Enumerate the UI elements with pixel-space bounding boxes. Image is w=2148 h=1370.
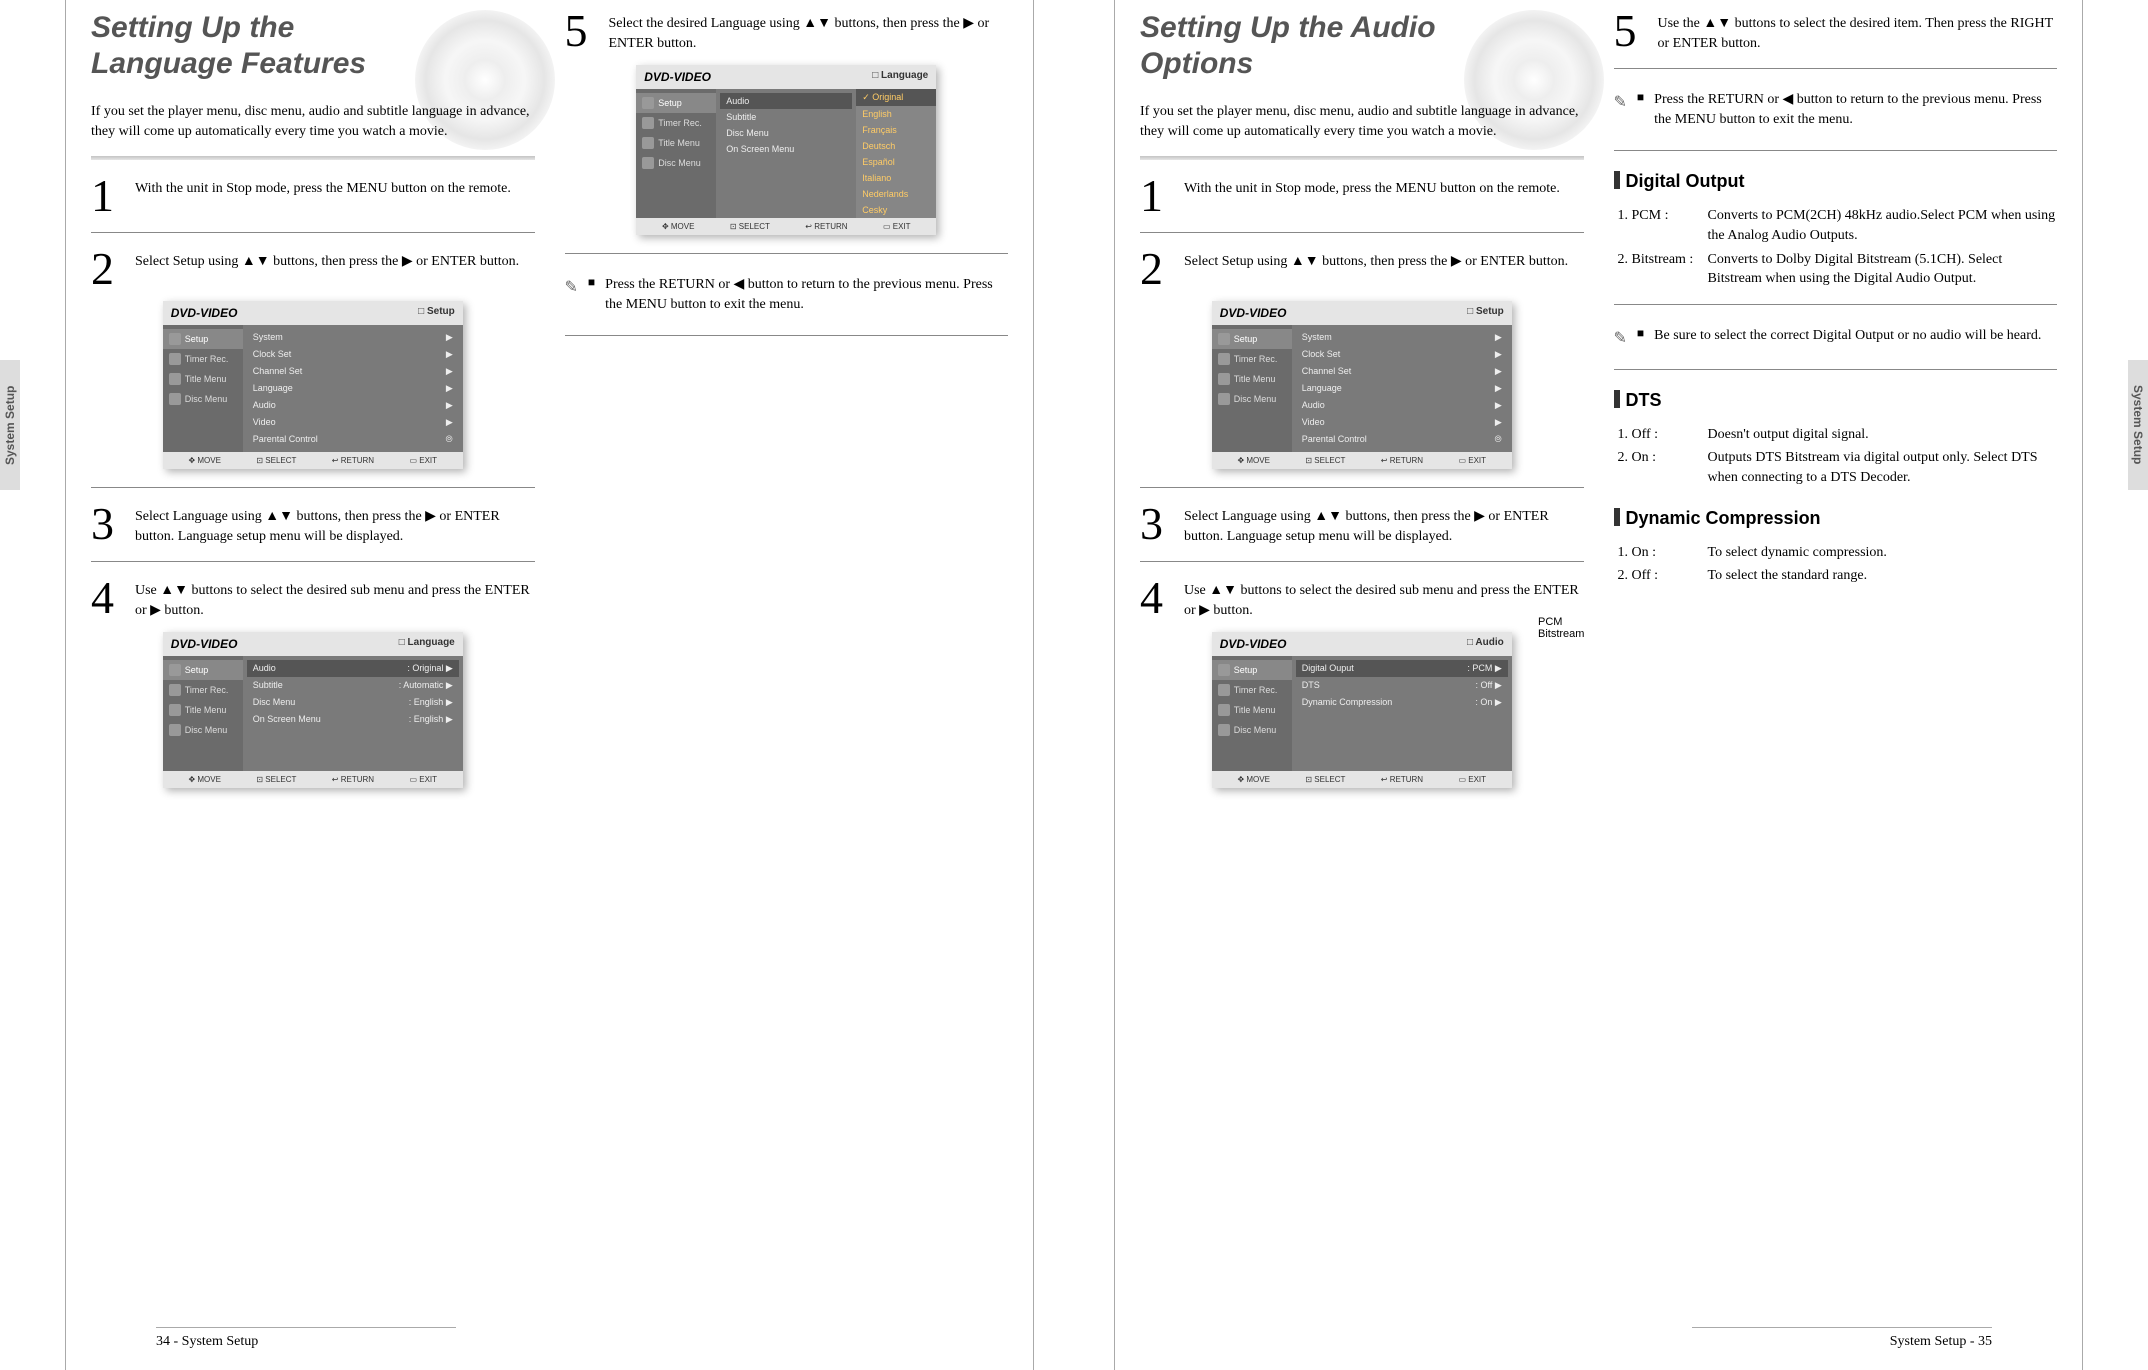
step-3: 3 Select Language using ▲▼ buttons, then… [1140, 503, 1584, 546]
step-text: Select Setup using ▲▼ buttons, then pres… [135, 248, 519, 272]
col-left-b: 5 Select the desired Language using ▲▼ b… [565, 10, 1009, 806]
subhead-digital-output: Digital Output [1614, 171, 2058, 192]
page-footer-left: 34 - System Setup [156, 1327, 456, 1350]
step-5: 5 Select the desired Language using ▲▼ b… [565, 10, 1009, 53]
step-1: 1 With the unit in Stop mode, press the … [1140, 175, 1584, 216]
step-text: Select Language using ▲▼ buttons, then p… [135, 503, 535, 546]
step-number: 2 [91, 248, 121, 289]
divider [565, 253, 1009, 254]
subhead-dynamic: Dynamic Compression [1614, 508, 2058, 529]
col-right-a: Setting Up the Audio Options If you set … [1140, 10, 1584, 806]
osd-language-options: ✓ Original English Français Deutsch Espa… [856, 89, 936, 218]
side-tab-left: System Setup [0, 360, 20, 490]
osd-setup-screenshot: DVD-VIDEO □ Setup Setup Timer Rec. Title … [163, 301, 463, 469]
bullet-icon: ■ [588, 275, 595, 290]
pencil-icon: ✎ [1614, 326, 1627, 348]
step-text: Use ▲▼ buttons to select the desired sub… [135, 577, 535, 620]
pencil-icon: ✎ [1614, 90, 1627, 112]
title-line-1: Setting Up the Audio [1140, 11, 1436, 44]
note-text: Press the RETURN or ◀ button to return t… [605, 275, 1008, 314]
osd-footer: ✥ MOVE ⊡ SELECT ↩ RETURN ▭ EXIT [163, 452, 463, 469]
step-text: Select the desired Language using ▲▼ but… [609, 10, 1009, 53]
osd-header: DVD-VIDEO [171, 306, 238, 320]
step-3: 3 Select Language using ▲▼ buttons, then… [91, 503, 535, 546]
divider [1140, 156, 1584, 160]
step-number: 5 [565, 10, 595, 51]
side-tab-right: System Setup [2128, 360, 2148, 490]
osd-corner: □ Setup [418, 306, 455, 320]
section-title-audio: Setting Up the Audio Options [1140, 10, 1584, 82]
dynamic-list: 1. On :To select dynamic compression. 2.… [1614, 543, 2058, 586]
divider [565, 335, 1009, 336]
dts-list: 1. Off :Doesn't output digital signal. 2… [1614, 425, 2058, 488]
note-digital-output: ✎ ■ Be sure to select the correct Digita… [1614, 320, 2058, 354]
step-text: With the unit in Stop mode, press the ME… [135, 175, 511, 199]
divider [91, 232, 535, 233]
pcm-bitstream-callout: PCM Bitstream [1538, 616, 1584, 640]
page-35: System Setup Setting Up the Audio Option… [1074, 0, 2148, 1370]
pencil-icon: ✎ [565, 275, 578, 297]
osd-language-screenshot: DVD-VIDEO□ Language Setup Timer Rec. Tit… [163, 632, 463, 788]
digital-output-list: 1. PCM :Converts to PCM(2CH) 48kHz audio… [1614, 206, 2058, 288]
bullet-icon: ■ [1637, 90, 1644, 105]
osd-main: System▶ Clock Set▶ Channel Set▶ Language… [243, 325, 463, 452]
page-footer-right: System Setup - 35 [1692, 1327, 1992, 1350]
col-right-b: 5 Use the ▲▼ buttons to select the desir… [1614, 10, 2058, 806]
step-4: 4 Use ▲▼ buttons to select the desired s… [91, 577, 535, 620]
step-number: 4 [91, 577, 121, 618]
step-5: 5 Use the ▲▼ buttons to select the desir… [1614, 10, 2058, 53]
section-title-language: Setting Up the Language Features [91, 10, 535, 82]
osd-language-popup-screenshot: DVD-VIDEO□ Language Setup Timer Rec. Tit… [636, 65, 936, 235]
note-return-2: ✎ ■ Press the RETURN or ◀ button to retu… [1614, 84, 2058, 135]
step-number: 1 [91, 175, 121, 216]
col-left-a: Setting Up the Language Features If you … [91, 10, 535, 806]
osd-sidebar: Setup Timer Rec. Title Menu Disc Menu [163, 325, 243, 452]
step-1: 1 With the unit in Stop mode, press the … [91, 175, 535, 216]
title-line-2: Options [1140, 47, 1253, 80]
step-number: 3 [91, 503, 121, 544]
divider [91, 561, 535, 562]
step-2: 2 Select Setup using ▲▼ buttons, then pr… [91, 248, 535, 289]
title-line-2: Language Features [91, 47, 366, 80]
step-2: 2 Select Setup using ▲▼ buttons, then pr… [1140, 248, 1584, 289]
intro-text: If you set the player menu, disc menu, a… [1140, 102, 1584, 141]
osd-setup-screenshot-2: DVD-VIDEO□ Setup Setup Timer Rec. Title … [1212, 301, 1512, 469]
page-34: System Setup Setting Up the Language Fea… [0, 0, 1074, 1370]
divider [91, 156, 535, 160]
step-4: 4 Use ▲▼ buttons to select the desired s… [1140, 577, 1584, 620]
bullet-icon: ■ [1637, 326, 1644, 341]
title-line-1: Setting Up the [91, 11, 294, 44]
intro-text: If you set the player menu, disc menu, a… [91, 102, 535, 141]
divider [91, 487, 535, 488]
osd-audio-screenshot: DVD-VIDEO□ Audio Setup Timer Rec. Title … [1212, 632, 1512, 788]
subhead-dts: DTS [1614, 390, 2058, 411]
note-return: ✎ ■ Press the RETURN or ◀ button to retu… [565, 269, 1009, 320]
